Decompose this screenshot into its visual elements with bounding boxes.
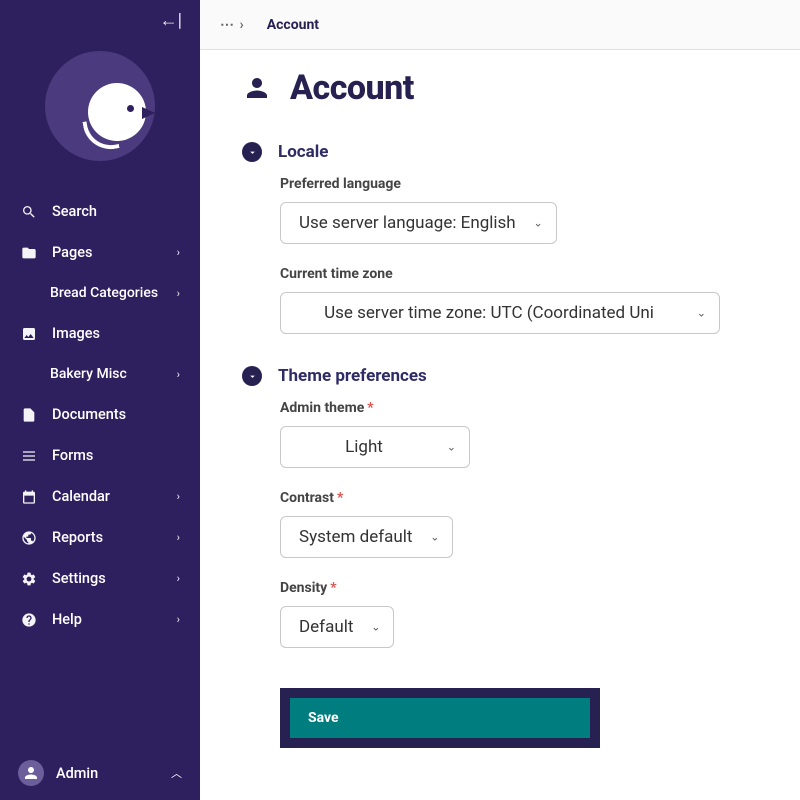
field-language: Preferred language Use server language: … bbox=[242, 176, 780, 244]
field-density-label: Density* bbox=[280, 580, 780, 596]
chevron-right-icon: › bbox=[177, 531, 180, 544]
chevron-down-icon bbox=[242, 142, 262, 162]
account-icon bbox=[242, 73, 272, 103]
calendar-icon bbox=[20, 489, 38, 505]
chevron-right-icon: › bbox=[177, 368, 180, 381]
section-theme-title: Theme preferences bbox=[278, 366, 427, 386]
field-density: Density* Default ⌄ bbox=[242, 580, 780, 648]
folder-icon bbox=[20, 245, 38, 261]
field-admin-theme-label: Admin theme* bbox=[280, 400, 780, 416]
page-header: Account bbox=[200, 50, 800, 132]
chevron-down-icon bbox=[242, 366, 262, 386]
field-language-label: Preferred language bbox=[280, 176, 780, 192]
cog-icon bbox=[20, 571, 38, 587]
section-locale-title: Locale bbox=[278, 142, 328, 162]
nav-item-label: Documents bbox=[52, 406, 180, 423]
section-locale: Locale Preferred language Use server lan… bbox=[200, 132, 800, 334]
nav-bakery-misc[interactable]: Bakery Misc › bbox=[0, 354, 200, 394]
image-icon bbox=[20, 326, 38, 342]
nav-settings[interactable]: Settings › bbox=[0, 558, 200, 599]
page-title: Account bbox=[290, 68, 414, 108]
nav-item-label: Help bbox=[52, 611, 163, 628]
timezone-select[interactable]: Use server time zone: UTC (Coordinated U… bbox=[280, 292, 720, 334]
field-timezone: Current time zone Use server time zone: … bbox=[242, 266, 780, 334]
save-button[interactable]: Save bbox=[290, 698, 590, 738]
chevron-right-icon: › bbox=[177, 246, 180, 259]
nav-item-label: Images bbox=[52, 325, 180, 342]
nav-item-label: Reports bbox=[52, 529, 163, 546]
sidebar-user-label: Admin bbox=[56, 765, 159, 782]
language-select[interactable]: Use server language: English bbox=[280, 202, 557, 244]
nav-pages[interactable]: Pages › bbox=[0, 232, 200, 273]
nav: Search Pages › Bread Categories › Images bbox=[0, 191, 200, 746]
breadcrumb: ⋯ › Account bbox=[200, 0, 800, 50]
actions-bar: Save bbox=[280, 688, 600, 748]
nav-item-label: Forms bbox=[52, 447, 180, 464]
nav-search-label: Search bbox=[52, 203, 180, 220]
nav-bread-categories[interactable]: Bread Categories › bbox=[0, 273, 200, 313]
section-locale-toggle[interactable]: Locale bbox=[242, 132, 780, 176]
nav-help[interactable]: Help › bbox=[0, 599, 200, 640]
main: ⋯ › Account Account Locale Preferr bbox=[200, 0, 800, 800]
breadcrumb-current: Account bbox=[267, 17, 319, 33]
chevron-right-icon: › bbox=[177, 572, 180, 585]
nav-item-label: Settings bbox=[52, 570, 163, 587]
contrast-select[interactable]: System default bbox=[280, 516, 453, 558]
sidebar-user-menu[interactable]: Admin ︿ bbox=[0, 746, 200, 800]
chevron-right-icon: › bbox=[177, 490, 180, 503]
required-marker: * bbox=[367, 400, 373, 416]
nav-forms[interactable]: Forms bbox=[0, 435, 200, 476]
avatar-icon bbox=[18, 760, 44, 786]
nav-item-label: Bread Categories bbox=[50, 285, 163, 301]
nav-reports[interactable]: Reports › bbox=[0, 517, 200, 558]
globe-icon bbox=[20, 530, 38, 546]
nav-item-label: Calendar bbox=[52, 488, 163, 505]
nav-search[interactable]: Search bbox=[0, 191, 200, 232]
density-select[interactable]: Default bbox=[280, 606, 394, 648]
required-marker: * bbox=[330, 580, 336, 596]
sidebar: ←| Search Pages › bbox=[0, 0, 200, 800]
required-marker: * bbox=[337, 490, 343, 506]
chevron-right-icon: › bbox=[177, 287, 180, 300]
breadcrumb-ellipsis[interactable]: ⋯ › bbox=[220, 17, 245, 33]
admin-theme-select[interactable]: Light bbox=[280, 426, 470, 468]
chevron-up-icon: ︿ bbox=[171, 765, 182, 781]
nav-item-label: Bakery Misc bbox=[50, 366, 163, 382]
doc-icon bbox=[20, 407, 38, 423]
list-icon bbox=[20, 448, 38, 464]
field-admin-theme: Admin theme* Light ⌄ bbox=[242, 400, 780, 468]
logo[interactable] bbox=[0, 36, 200, 191]
nav-images[interactable]: Images bbox=[0, 313, 200, 354]
section-theme: Theme preferences Admin theme* Light ⌄ C… bbox=[200, 356, 800, 748]
chevron-right-icon: › bbox=[177, 613, 180, 626]
field-contrast: Contrast* System default ⌄ bbox=[242, 490, 780, 558]
sidebar-collapse-icon[interactable]: ←| bbox=[160, 10, 182, 36]
field-contrast-label: Contrast* bbox=[280, 490, 780, 506]
section-theme-toggle[interactable]: Theme preferences bbox=[242, 356, 780, 400]
nav-documents[interactable]: Documents bbox=[0, 394, 200, 435]
help-icon bbox=[20, 612, 38, 628]
field-timezone-label: Current time zone bbox=[280, 266, 780, 282]
nav-calendar[interactable]: Calendar › bbox=[0, 476, 200, 517]
search-icon bbox=[20, 204, 38, 220]
nav-item-label: Pages bbox=[52, 244, 163, 261]
